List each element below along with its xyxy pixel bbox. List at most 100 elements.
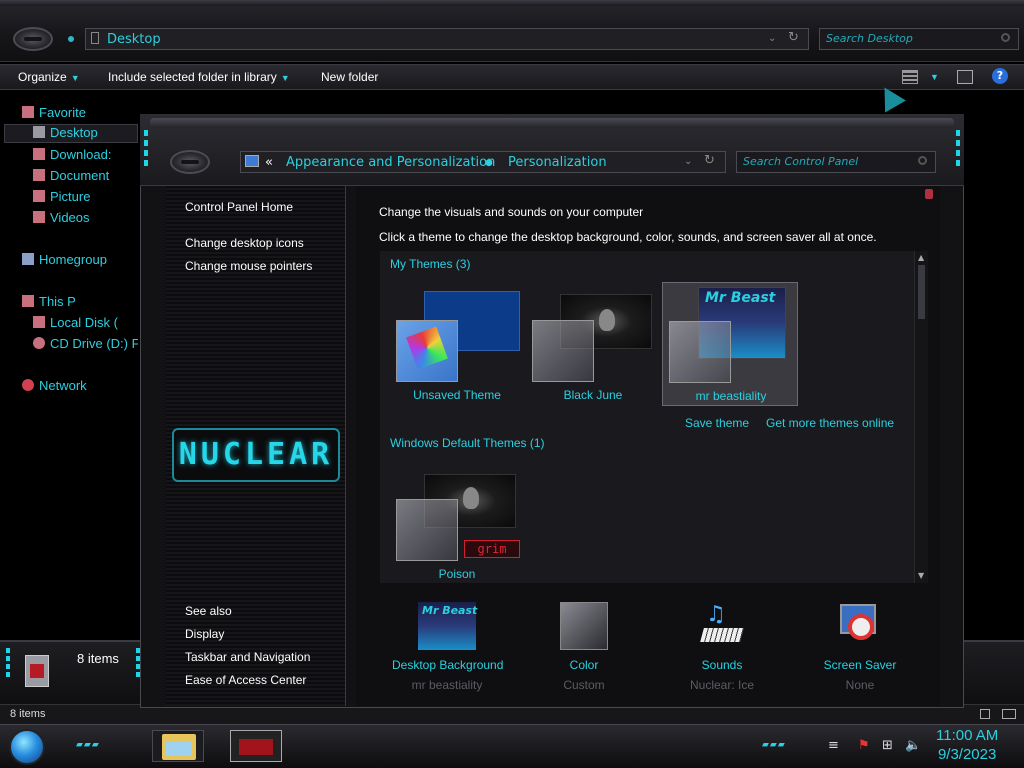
breadcrumb-appearance[interactable]: Appearance and Personalization bbox=[286, 155, 495, 170]
theme-unsaved[interactable]: Unsaved Theme bbox=[390, 284, 524, 406]
address-dropdown-icon[interactable]: ⌄ bbox=[768, 33, 776, 44]
alien-head-icon bbox=[463, 487, 479, 509]
theme-mr-beastiality[interactable]: Mr Beast mr beastiality bbox=[662, 282, 798, 406]
clock-time: 11:00 AM bbox=[936, 727, 999, 744]
scroll-up-icon[interactable]: ▲ bbox=[918, 253, 924, 262]
organize-button[interactable]: Organize ▼ bbox=[18, 70, 80, 84]
star-icon bbox=[22, 106, 34, 118]
display-link[interactable]: Display bbox=[185, 627, 224, 641]
change-mouse-pointers-link[interactable]: Change mouse pointers bbox=[185, 259, 312, 273]
control-panel-titlebar bbox=[140, 114, 964, 186]
bottom-value: Custom bbox=[563, 678, 605, 692]
preview-pane-icon[interactable] bbox=[957, 70, 973, 84]
bottom-label: Screen Saver bbox=[823, 658, 897, 672]
breadcrumb-prefix[interactable]: « bbox=[265, 155, 273, 170]
address-dropdown-icon[interactable]: ⌄ bbox=[684, 156, 692, 167]
ease-of-access-link[interactable]: Ease of Access Center bbox=[185, 673, 306, 687]
computer-icon bbox=[22, 295, 34, 307]
bottom-value: None bbox=[845, 678, 875, 692]
nav-cd-drive[interactable]: CD Drive (D:) F bbox=[33, 336, 138, 351]
bottom-label: Desktop Background bbox=[392, 658, 504, 672]
page-heading: Change the visuals and sounds on your co… bbox=[379, 205, 644, 219]
chevron-down-icon: ▼ bbox=[70, 73, 80, 83]
status-item-count: 8 items bbox=[10, 708, 46, 720]
show-desktop-icon[interactable]: ≡ bbox=[828, 738, 839, 753]
change-view-icon[interactable] bbox=[902, 70, 918, 84]
clock[interactable]: 11:00 AM 9/3/2023 bbox=[936, 726, 998, 764]
keyboard-icon bbox=[700, 628, 744, 642]
desktop-background-icon: Mr Beast bbox=[418, 602, 477, 650]
nav-local-disk[interactable]: Local Disk ( bbox=[33, 315, 138, 330]
refresh-icon[interactable]: ↻ bbox=[788, 30, 799, 45]
include-library-button[interactable]: Include selected folder in library ▼ bbox=[108, 70, 290, 84]
control-panel-home-link[interactable]: Control Panel Home bbox=[185, 200, 293, 214]
nav-label: Favorite bbox=[39, 105, 86, 120]
scroll-down-icon[interactable]: ▼ bbox=[918, 571, 924, 580]
desktop-background-button[interactable]: Mr Beast Desktop Background mr beastiali… bbox=[392, 602, 504, 692]
nav-favorite[interactable]: Favorite bbox=[22, 105, 86, 120]
view-dropdown-icon[interactable]: ▼ bbox=[926, 69, 939, 83]
get-more-themes-link[interactable]: Get more themes online bbox=[766, 416, 894, 430]
explorer-search-input[interactable]: Search Desktop bbox=[819, 28, 1019, 50]
nav-downloads[interactable]: Download: bbox=[33, 147, 138, 162]
help-icon[interactable]: ? bbox=[992, 68, 1008, 84]
network-tray-icon[interactable]: ⊞ bbox=[882, 738, 893, 753]
cp-corner-icon bbox=[925, 189, 933, 199]
theme-color-swatch bbox=[396, 499, 458, 561]
search-icon bbox=[1001, 33, 1010, 42]
screen-saver-button[interactable]: Screen Saver None bbox=[818, 602, 902, 692]
control-panel-back-orb-icon[interactable] bbox=[170, 150, 210, 174]
nav-pictures[interactable]: Picture bbox=[33, 189, 138, 204]
explorer-details-pane-left bbox=[0, 640, 148, 704]
volume-icon[interactable]: 🔈 bbox=[905, 738, 921, 753]
details-view-icon[interactable] bbox=[980, 709, 990, 719]
theme-black-june[interactable]: Black June bbox=[526, 284, 660, 406]
refresh-icon[interactable]: ↻ bbox=[704, 153, 715, 168]
change-desktop-icons-link[interactable]: Change desktop icons bbox=[185, 236, 304, 250]
cp-search-input[interactable]: Search Control Panel bbox=[736, 151, 936, 173]
cp-search-placeholder: Search Control Panel bbox=[743, 155, 859, 168]
start-button[interactable] bbox=[9, 729, 45, 765]
bottom-label: Color bbox=[569, 658, 599, 672]
color-icon bbox=[560, 602, 608, 650]
organize-label: Organize bbox=[18, 70, 67, 84]
nuclear-logo: NUCLEAR bbox=[172, 428, 340, 482]
color-button[interactable]: Color Custom bbox=[548, 602, 620, 692]
explorer-address-bar[interactable]: Desktop ⌄ ↻ bbox=[85, 28, 809, 50]
nav-homegroup[interactable]: Homegroup bbox=[22, 252, 138, 267]
nav-label: This P bbox=[39, 294, 76, 309]
videos-icon bbox=[33, 211, 45, 223]
nav-documents[interactable]: Document bbox=[33, 168, 138, 183]
breadcrumb-personalization[interactable]: Personalization bbox=[508, 155, 607, 170]
gallery-scrollbar[interactable]: ▲ ▼ bbox=[914, 251, 928, 583]
large-icons-view-icon[interactable] bbox=[1002, 709, 1016, 719]
sounds-button[interactable]: ♫ Sounds Nuclear: Ice bbox=[686, 602, 758, 692]
nav-label: Desktop bbox=[50, 125, 98, 140]
sounds-icon: ♫ bbox=[698, 602, 746, 650]
theme-label: Black June bbox=[563, 388, 623, 402]
folder-icon bbox=[162, 734, 196, 760]
decor-dashes: ▰▰▰ bbox=[76, 740, 100, 750]
nav-this-pc[interactable]: This P bbox=[22, 294, 138, 309]
taskbar-navigation-link[interactable]: Taskbar and Navigation bbox=[185, 650, 310, 664]
new-folder-button[interactable]: New folder bbox=[321, 70, 378, 84]
nav-label: Download: bbox=[50, 147, 112, 162]
theme-color-swatch bbox=[532, 320, 594, 382]
nav-videos[interactable]: Videos bbox=[33, 210, 138, 225]
bottom-label: Sounds bbox=[701, 658, 743, 672]
save-theme-link[interactable]: Save theme bbox=[685, 416, 749, 430]
nav-label: Local Disk ( bbox=[50, 315, 118, 330]
explorer-back-orb-icon[interactable] bbox=[13, 27, 53, 51]
taskbar-control-panel-button[interactable] bbox=[230, 730, 282, 762]
cp-address-bar[interactable]: « Appearance and Personalization ● Perso… bbox=[240, 151, 726, 173]
theme-poison[interactable]: grim Poison bbox=[390, 466, 524, 581]
theme-color-swatch bbox=[396, 320, 458, 382]
explorer-nav-dot[interactable] bbox=[68, 36, 74, 42]
action-center-flag-icon[interactable]: ⚑ bbox=[858, 738, 870, 753]
nav-desktop[interactable]: Desktop bbox=[4, 124, 138, 143]
default-themes-header: Windows Default Themes (1) bbox=[390, 436, 545, 450]
scroll-thumb[interactable] bbox=[918, 265, 925, 319]
include-label: Include selected folder in library bbox=[108, 70, 277, 84]
nav-network[interactable]: Network bbox=[22, 378, 138, 393]
explorer-address-text: Desktop bbox=[107, 32, 161, 47]
